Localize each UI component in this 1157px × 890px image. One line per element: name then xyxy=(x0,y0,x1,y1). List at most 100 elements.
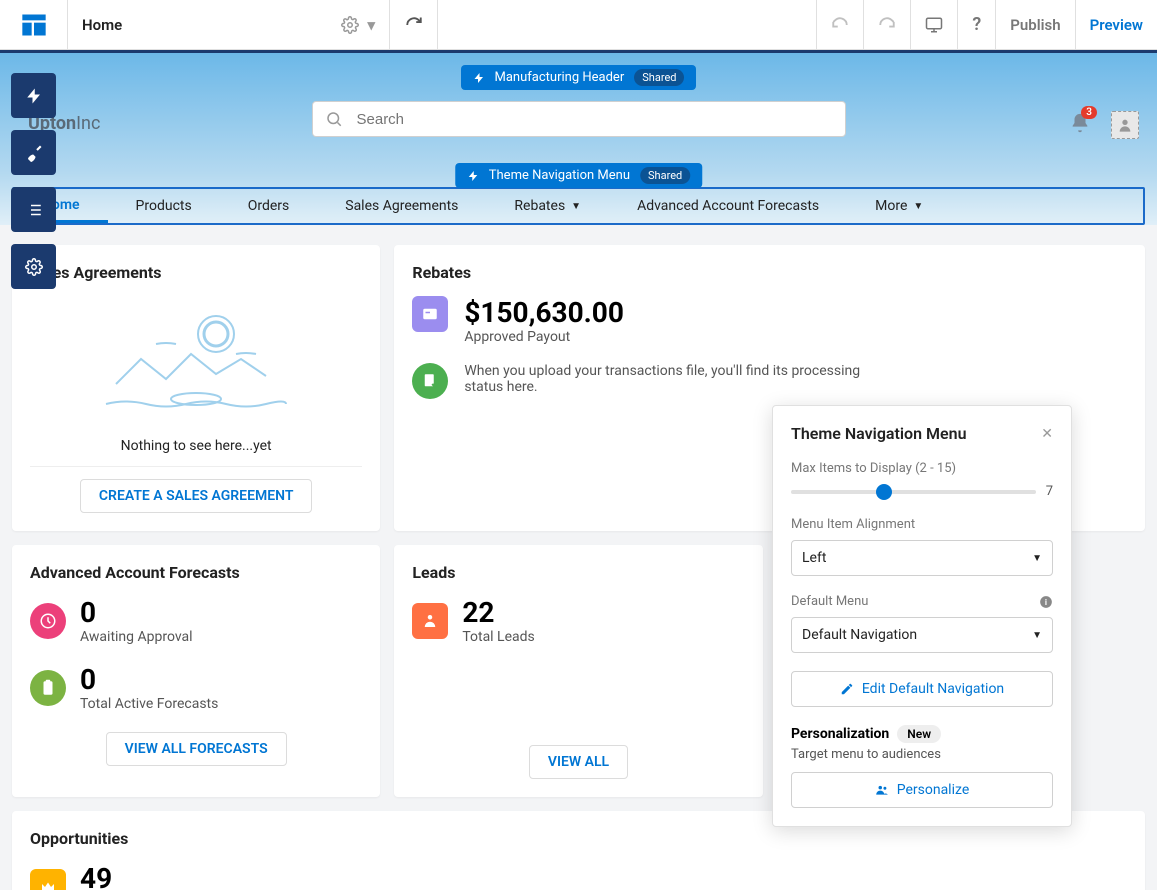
user-avatar[interactable] xyxy=(1111,111,1139,139)
people-icon xyxy=(875,783,889,797)
max-items-slider[interactable] xyxy=(791,490,1036,494)
desktop-view-button[interactable] xyxy=(910,0,957,49)
card-title: Rebates xyxy=(412,263,1127,282)
gear-icon xyxy=(341,16,359,34)
gear-icon xyxy=(25,258,43,276)
upload-text: When you upload your transactions file, … xyxy=(464,363,884,395)
notification-count: 3 xyxy=(1081,106,1097,119)
page-settings-dropdown[interactable]: ▾ xyxy=(341,16,375,34)
personalization-title: Personalization xyxy=(791,726,889,742)
chevron-down-icon: ▼ xyxy=(571,201,581,212)
brush-icon xyxy=(25,144,43,162)
new-badge: New xyxy=(897,725,941,743)
theme-navigation-menu[interactable]: Home Products Orders Sales Agreements Re… xyxy=(12,187,1145,225)
edit-default-nav-button[interactable]: Edit Default Navigation xyxy=(791,671,1053,707)
page-structure-tool[interactable] xyxy=(11,187,56,232)
card-advanced-forecasts: Advanced Account Forecasts 0 Awaiting Ap… xyxy=(12,545,380,797)
notifications-button[interactable]: 3 xyxy=(1069,112,1091,138)
redo-button[interactable] xyxy=(863,0,910,49)
stat-label: Total Active Forecasts xyxy=(80,696,218,712)
search-input[interactable] xyxy=(357,111,833,128)
settings-tool[interactable] xyxy=(11,244,56,289)
lightning-icon xyxy=(467,170,479,182)
monitor-icon xyxy=(925,16,943,34)
chevron-down-icon: ▾ xyxy=(367,16,375,34)
card-title: Leads xyxy=(412,563,744,582)
shared-pill: Shared xyxy=(640,167,690,184)
redo-icon xyxy=(878,16,896,34)
theme-nav-badge[interactable]: Theme Navigation Menu Shared xyxy=(455,163,702,188)
tab-rebates[interactable]: Rebates▼ xyxy=(486,189,609,223)
stat-value: 49 xyxy=(80,862,199,890)
payout-label: Approved Payout xyxy=(464,329,624,345)
clock-icon xyxy=(30,603,66,639)
alignment-select[interactable]: Left ▼ xyxy=(791,540,1053,576)
create-sales-agreement-button[interactable]: CREATE A SALES AGREEMENT xyxy=(80,479,313,513)
svg-text:i: i xyxy=(1045,596,1047,606)
global-search[interactable] xyxy=(312,101,846,137)
payout-amount: $150,630.00 xyxy=(464,296,624,329)
default-menu-label: Default Menu i xyxy=(791,594,1053,609)
card-title: Advanced Account Forecasts xyxy=(30,563,362,582)
builder-sidebar xyxy=(11,73,56,289)
tab-products[interactable]: Products xyxy=(108,189,220,223)
page-selector[interactable]: Home ▾ xyxy=(68,0,390,49)
card-sales-agreements: Sales Agreements Nothing to see here...y… xyxy=(12,245,380,531)
undo-button[interactable] xyxy=(816,0,863,49)
stat-label: Total Leads xyxy=(462,629,534,645)
help-button[interactable]: ? xyxy=(957,0,995,49)
clipboard-icon xyxy=(30,670,66,706)
components-tool[interactable] xyxy=(11,73,56,118)
panel-title: Theme Navigation Menu xyxy=(791,424,967,443)
view-all-leads-button[interactable]: VIEW ALL xyxy=(529,745,628,779)
stat-label: Awaiting Approval xyxy=(80,629,193,645)
card-title: Opportunities xyxy=(30,829,1127,848)
app-topbar: Home ▾ ? Publish Preview xyxy=(0,0,1157,50)
tab-more[interactable]: More▼ xyxy=(847,189,951,223)
close-panel-button[interactable]: ✕ xyxy=(1041,426,1053,442)
page-title: Home xyxy=(82,16,122,34)
undo-icon xyxy=(831,16,849,34)
theme-nav-properties-panel: Theme Navigation Menu ✕ Max Items to Dis… xyxy=(772,405,1072,827)
search-icon xyxy=(325,110,343,128)
stat-value: 22 xyxy=(462,596,534,629)
tab-orders[interactable]: Orders xyxy=(220,189,318,223)
refresh-button[interactable] xyxy=(390,0,438,49)
preview-button[interactable]: Preview xyxy=(1075,0,1157,49)
info-icon[interactable]: i xyxy=(1039,595,1053,609)
app-logo[interactable] xyxy=(0,0,68,50)
person-icon xyxy=(1117,117,1133,133)
chevron-down-icon: ▼ xyxy=(1032,630,1042,641)
slider-thumb[interactable] xyxy=(876,484,892,500)
empty-illustration xyxy=(96,304,296,424)
default-menu-select[interactable]: Default Navigation ▼ xyxy=(791,617,1053,653)
question-icon: ? xyxy=(972,14,981,35)
slider-value: 7 xyxy=(1046,484,1053,499)
stat-value: 0 xyxy=(80,596,193,629)
manufacturing-header-badge[interactable]: Manufacturing Header Shared xyxy=(461,65,697,90)
theme-tool[interactable] xyxy=(11,130,56,175)
alignment-label: Menu Item Alignment xyxy=(791,517,1053,532)
empty-text: Nothing to see here...yet xyxy=(30,438,362,454)
pencil-icon xyxy=(840,682,854,696)
header-actions: 3 xyxy=(1069,111,1139,139)
tab-advanced-forecasts[interactable]: Advanced Account Forecasts xyxy=(609,189,847,223)
chevron-down-icon: ▼ xyxy=(1032,553,1042,564)
personalization-sub: Target menu to audiences xyxy=(791,747,1053,762)
lightning-icon xyxy=(25,87,43,105)
max-items-label: Max Items to Display (2 - 15) xyxy=(791,461,1053,476)
lead-icon xyxy=(412,603,448,639)
crown-icon xyxy=(30,869,66,890)
tab-sales-agreements[interactable]: Sales Agreements xyxy=(317,189,486,223)
payout-icon xyxy=(412,296,448,332)
header-preview: Manufacturing Header Shared UptonInc 3 T… xyxy=(0,53,1157,225)
chevron-down-icon: ▼ xyxy=(913,201,923,212)
personalize-button[interactable]: Personalize xyxy=(791,772,1053,808)
refresh-icon xyxy=(405,16,423,34)
view-all-forecasts-button[interactable]: VIEW ALL FORECASTS xyxy=(106,732,287,766)
stat-value: 0 xyxy=(80,663,218,696)
lightning-icon xyxy=(473,72,485,84)
shared-pill: Shared xyxy=(634,69,684,86)
card-leads: Leads 22 Total Leads VIEW ALL xyxy=(394,545,762,797)
publish-button[interactable]: Publish xyxy=(995,0,1074,49)
